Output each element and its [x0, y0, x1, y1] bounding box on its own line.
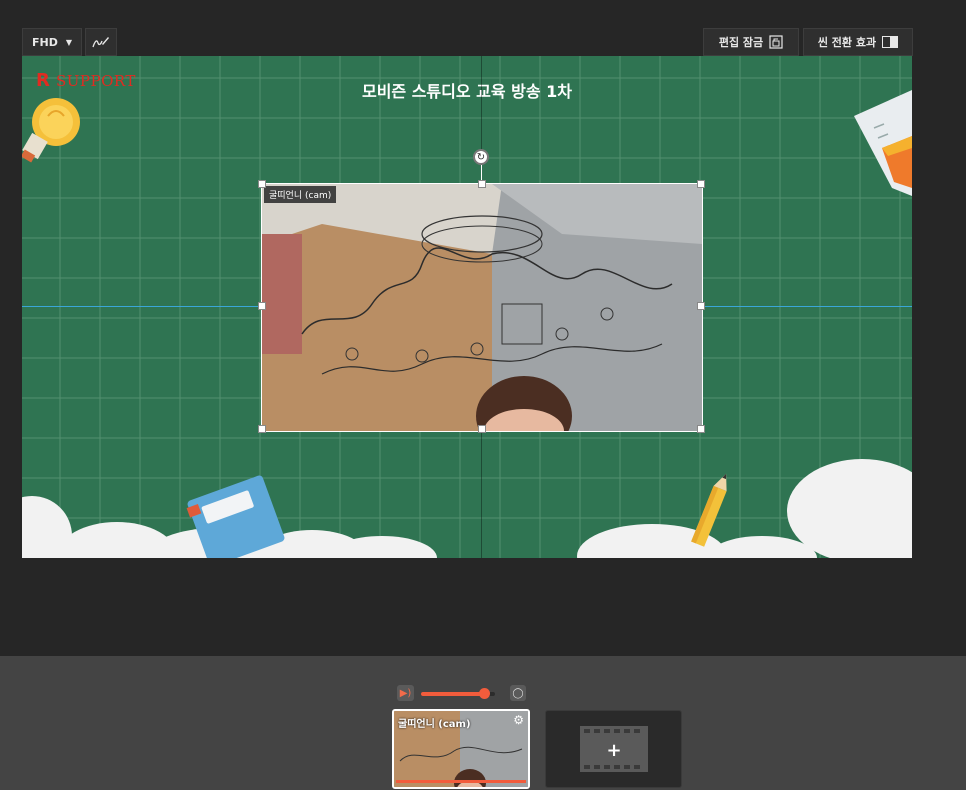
globe-icon[interactable]: ◯	[510, 685, 526, 701]
edit-lock-button[interactable]: 편집 잠금	[703, 28, 799, 56]
lock-icon	[769, 35, 783, 49]
add-scene-plus: +	[606, 740, 621, 761]
scene-transition-label: 씬 전환 효과	[817, 36, 877, 49]
chevron-down-icon: ▼	[65, 37, 72, 47]
resize-handle-top[interactable]	[478, 180, 486, 188]
gear-icon[interactable]: ⚙	[513, 713, 524, 727]
resize-handle-top-left[interactable]	[258, 180, 266, 188]
resize-handle-bottom-left[interactable]	[258, 425, 266, 433]
resize-handle-top-right[interactable]	[697, 180, 705, 188]
resize-handle-bottom[interactable]	[478, 425, 486, 433]
volume-slider-knob[interactable]	[479, 688, 490, 699]
edit-lock-label: 편집 잠금	[718, 36, 764, 49]
scene-transition-button[interactable]: 씬 전환 효과	[803, 28, 913, 56]
resize-handle-bottom-right[interactable]	[697, 425, 705, 433]
scene-panel: ▶) ◯ 굴띠언니 (cam) ⚙ +	[0, 656, 966, 790]
speaker-icon[interactable]: ▶)	[397, 685, 414, 701]
resize-handle-right[interactable]	[697, 302, 705, 310]
film-add-icon: +	[579, 726, 648, 772]
webcam-feed	[262, 184, 702, 431]
resolution-dropdown[interactable]: FHD ▼	[22, 28, 82, 56]
camera-source-label: 굴띠언니 (cam)	[264, 186, 337, 203]
preview-stage[interactable]: R SUPPORT 모비즌 스튜디오 교육 방송 1차 ↻ 굴띠언니 (cam)	[22, 56, 912, 558]
volume-slider[interactable]	[421, 688, 495, 699]
add-scene-button[interactable]: +	[545, 710, 682, 788]
scene-thumbnail[interactable]: 굴띠언니 (cam) ⚙	[392, 709, 530, 789]
scene-thumbnail-label: 굴띠언니 (cam)	[398, 719, 471, 730]
resolution-label: FHD	[31, 35, 58, 49]
scene-active-bar	[396, 780, 526, 783]
pen-icon	[92, 37, 109, 48]
volume-slider-fill	[421, 692, 484, 696]
pen-button[interactable]	[85, 28, 117, 56]
transition-icon	[882, 36, 899, 48]
resize-handle-left[interactable]	[258, 302, 266, 310]
broadcast-title: 모비즌 스튜디오 교육 방송 1차	[361, 82, 573, 101]
camera-source[interactable]: 굴띠언니 (cam)	[261, 183, 703, 432]
rotate-handle-icon[interactable]: ↻	[473, 149, 489, 165]
